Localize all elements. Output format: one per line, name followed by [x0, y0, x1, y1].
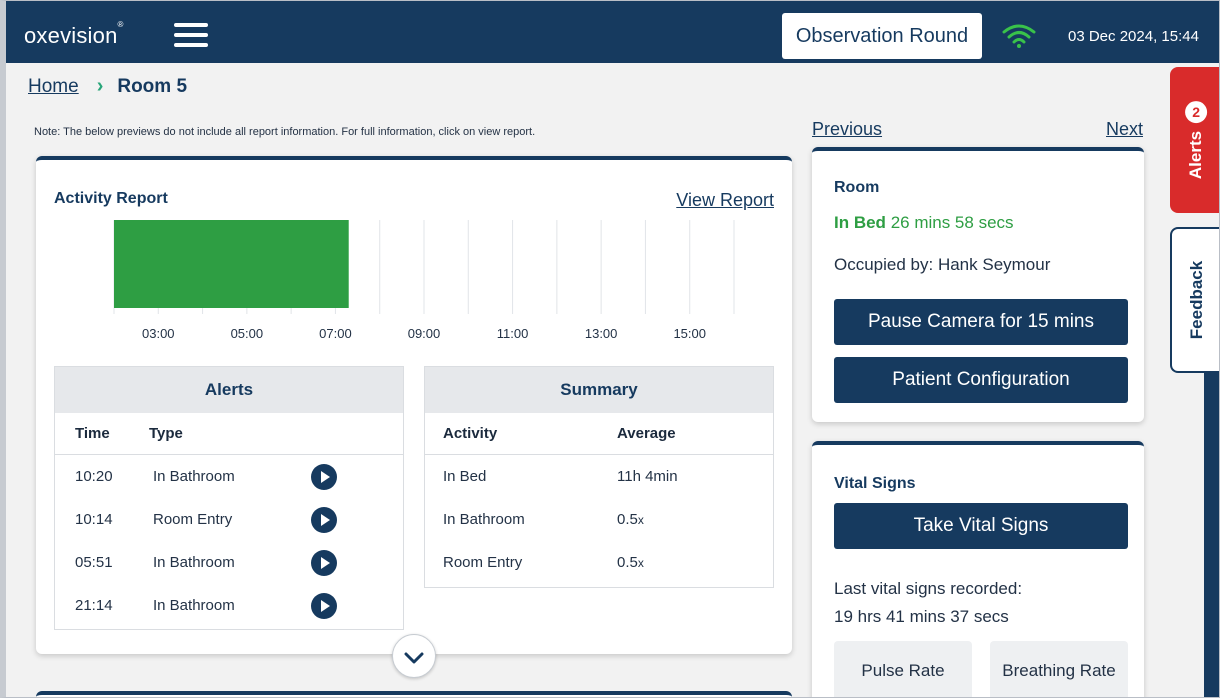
- patient-configuration-button[interactable]: Patient Configuration: [834, 357, 1128, 403]
- activity-bar: [114, 220, 349, 308]
- alert-type: In Bathroom: [153, 597, 235, 614]
- alert-type: In Bathroom: [153, 554, 235, 571]
- status-duration: 26 mins 58 secs: [890, 213, 1014, 232]
- col-activity: Activity: [443, 425, 498, 442]
- report-note: Note: The below previews do not include …: [34, 126, 536, 138]
- play-icon[interactable]: [311, 463, 337, 490]
- col-type: Type: [149, 425, 183, 442]
- alert-row: 10:20 In Bathroom: [55, 455, 403, 498]
- alert-time: 21:14: [75, 597, 113, 614]
- alert-type: In Bathroom: [153, 468, 235, 485]
- summary-average-cell: 11h 4min: [617, 468, 678, 485]
- previous-room-link[interactable]: Previous: [812, 119, 882, 140]
- col-time: Time: [75, 425, 110, 442]
- summary-row: In Bathroom 0.5x: [425, 498, 773, 541]
- alerts-count-badge: 2: [1185, 100, 1207, 123]
- vital-signs-card: Vital Signs Take Vital Signs Last vital …: [812, 441, 1144, 697]
- chart-tick-label: 11:00: [497, 326, 529, 341]
- room-title: Room: [834, 179, 880, 196]
- right-edge-strip: [1204, 373, 1219, 697]
- summary-table-title: Summary: [425, 367, 773, 413]
- view-report-link[interactable]: View Report: [676, 190, 774, 211]
- summary-activity: Room Entry: [443, 554, 523, 571]
- chart-tick-label: 07:00: [319, 326, 352, 341]
- room-card: Room In Bed 26 mins 58 secs Occupied by:…: [812, 147, 1144, 422]
- activity-report-title: Activity Report: [54, 190, 168, 207]
- breadcrumb-home-link[interactable]: Home: [28, 76, 79, 98]
- alert-row: 10:14 Room Entry: [55, 498, 403, 541]
- col-average: Average: [617, 425, 676, 442]
- occupant-text: Occupied by: Hank Seymour: [834, 255, 1051, 274]
- breathing-rate-label: Breathing Rate: [1002, 661, 1116, 680]
- summary-unit: x: [637, 513, 644, 527]
- alerts-table: Alerts Time Type 10:20 In Bathroom 10:14 Ro…: [54, 366, 404, 630]
- chart-tick-label: 13:00: [585, 326, 618, 341]
- hamburger-menu-icon[interactable]: [174, 23, 208, 47]
- alert-time: 10:14: [75, 511, 113, 528]
- summary-table: Summary Activity Average In Bed 11h 4min I…: [424, 366, 774, 588]
- alert-time: 10:20: [75, 468, 113, 485]
- chart-tick-label: 05:00: [231, 326, 264, 341]
- pulse-rate-box[interactable]: Pulse Rate: [834, 641, 972, 697]
- summary-average-cell: 0.5x: [617, 554, 644, 571]
- alerts-side-tab[interactable]: Alerts 2: [1170, 67, 1219, 213]
- summary-average: 0.5: [617, 554, 638, 571]
- summary-table-header: Activity Average: [425, 413, 773, 455]
- pause-camera-button[interactable]: Pause Camera for 15 mins: [834, 299, 1128, 345]
- alert-type: Room Entry: [153, 511, 233, 528]
- alert-row: 21:14 In Bathroom: [55, 584, 403, 627]
- summary-average: 11h 4min: [617, 468, 678, 485]
- top-bar: oxevision® Observation Round 03 Dec 2024…: [6, 1, 1219, 63]
- last-vitals-value: 19 hrs 41 mins 37 secs: [834, 607, 1009, 626]
- chevron-right-icon: ›: [96, 75, 104, 97]
- feedback-side-tab[interactable]: Feedback: [1170, 227, 1219, 373]
- play-icon[interactable]: [311, 549, 337, 576]
- observation-round-button[interactable]: Observation Round: [782, 13, 982, 59]
- take-vital-signs-button[interactable]: Take Vital Signs: [834, 503, 1128, 549]
- alerts-tab-content: Alerts 2: [1185, 100, 1207, 180]
- breathing-rate-box[interactable]: Breathing Rate: [990, 641, 1128, 697]
- summary-activity: In Bathroom: [443, 511, 525, 528]
- alerts-tab-label: Alerts: [1186, 130, 1205, 180]
- wifi-icon: [1002, 24, 1036, 48]
- breadcrumb-current: Room 5: [117, 75, 188, 97]
- summary-row: In Bed 11h 4min: [425, 455, 773, 498]
- alert-time: 05:51: [75, 554, 113, 571]
- pulse-rate-label: Pulse Rate: [861, 661, 945, 680]
- vital-signs-title: Vital Signs: [834, 475, 916, 492]
- chart-tick-label: 03:00: [142, 326, 175, 341]
- expand-chevron-down-icon[interactable]: [392, 634, 436, 678]
- activity-report-card: Activity Report View Report 03:00 05:00 07…: [36, 156, 792, 678]
- chart-tick-label: 15:00: [673, 326, 706, 341]
- alerts-table-title: Alerts: [55, 367, 403, 413]
- alerts-table-header: Time Type: [55, 413, 403, 455]
- summary-average-cell: 0.5x: [617, 511, 644, 528]
- oxevision-logo[interactable]: oxevision®: [24, 19, 124, 49]
- logo-mark: ®: [117, 19, 124, 29]
- play-icon[interactable]: [311, 506, 337, 533]
- breadcrumb: Home › Room 5: [28, 75, 187, 98]
- app-frame: oxevision® Observation Round 03 Dec 2024…: [0, 0, 1220, 698]
- logo-text: oxevision: [24, 23, 118, 48]
- feedback-tab-label: Feedback: [1187, 260, 1206, 340]
- last-vitals-label: Last vital signs recorded:: [834, 579, 1023, 598]
- summary-row: Room Entry 0.5x: [425, 541, 773, 584]
- play-icon[interactable]: [311, 592, 337, 619]
- summary-average: 0.5: [617, 511, 638, 528]
- next-room-link[interactable]: Next: [1106, 119, 1143, 140]
- chart-tick-label: 09:00: [408, 326, 441, 341]
- summary-unit: x: [637, 556, 644, 570]
- status-label: In Bed: [834, 213, 886, 232]
- next-report-card: [36, 691, 792, 697]
- datetime-display: 03 Dec 2024, 15:44: [1068, 28, 1199, 45]
- room-status: In Bed 26 mins 58 secs: [834, 213, 1014, 233]
- activity-chart: 03:00 05:00 07:00 09:00 11:00 13:00 15:00: [113, 220, 735, 341]
- alert-row: 05:51 In Bathroom: [55, 541, 403, 584]
- summary-activity: In Bed: [443, 468, 487, 485]
